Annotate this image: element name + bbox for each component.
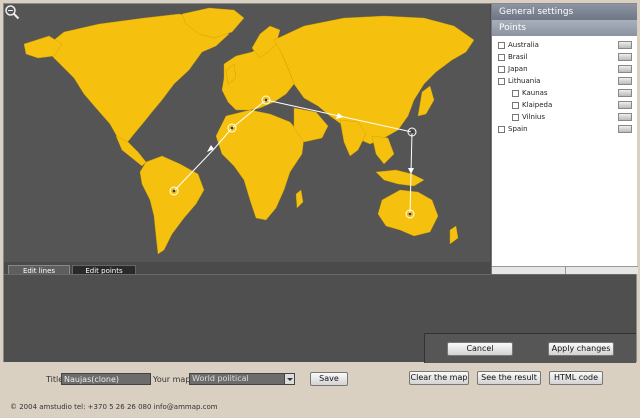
map-thumbnail-icon[interactable] — [618, 101, 632, 109]
madagascar — [295, 189, 304, 209]
indochina — [371, 135, 395, 165]
point-item-klaipeda[interactable]: Klaipeda — [498, 99, 637, 111]
map-thumbnail-icon[interactable] — [618, 77, 632, 85]
point-item-australia[interactable]: Australia — [498, 39, 637, 51]
point-item-kaunas[interactable]: Kaunas — [498, 87, 637, 99]
point-label: Spain — [508, 125, 528, 133]
australia-land — [377, 189, 439, 237]
apply-changes-button[interactable]: Apply changes — [548, 342, 614, 356]
right-panel: General settings Points Australia Brasil… — [491, 4, 638, 275]
point-item-vilnius[interactable]: Vilnius — [498, 111, 637, 123]
point-label: Japan — [508, 65, 528, 73]
panel-scrollbar[interactable] — [492, 266, 638, 275]
checkbox[interactable] — [512, 101, 519, 109]
map-select[interactable]: World political — [189, 373, 295, 385]
save-button[interactable]: Save — [310, 372, 348, 386]
world-map[interactable] — [4, 4, 490, 262]
map-thumbnail-icon[interactable] — [618, 65, 632, 73]
points-header[interactable]: Points — [492, 20, 637, 36]
action-panel: Cancel Apply changes — [424, 333, 636, 363]
south-america — [139, 155, 205, 255]
map-thumbnail-icon[interactable] — [618, 113, 632, 121]
chevron-down-icon[interactable] — [284, 374, 294, 384]
point-item-japan[interactable]: Japan — [498, 63, 637, 75]
checkbox[interactable] — [498, 41, 505, 49]
clear-map-button[interactable]: Clear the map — [409, 371, 469, 385]
new-zealand — [449, 225, 459, 245]
point-label: Australia — [508, 41, 539, 49]
map-editor-window: General settings Points Australia Brasil… — [3, 3, 638, 363]
checkbox[interactable] — [512, 89, 519, 97]
route-arrow — [207, 145, 214, 152]
map-select-value: World political — [192, 374, 249, 383]
footer-contact: © 2004 amstudio tel: +370 5 26 26 080 in… — [10, 403, 218, 411]
general-settings-header[interactable]: General settings — [492, 4, 637, 20]
html-code-button[interactable]: HTML code — [549, 371, 603, 385]
point-label: Klaipeda — [522, 101, 553, 109]
africa — [215, 109, 305, 221]
title-input[interactable] — [61, 373, 151, 385]
checkbox[interactable] — [498, 53, 505, 61]
checkbox[interactable] — [498, 65, 505, 73]
world-map-svg — [23, 7, 475, 255]
point-label: Vilnius — [522, 113, 545, 121]
map-thumbnail-icon[interactable] — [618, 53, 632, 61]
point-label: Kaunas — [522, 89, 548, 97]
central-america — [115, 135, 147, 167]
map-thumbnail-icon[interactable] — [618, 89, 632, 97]
magnifier-icon[interactable] — [4, 4, 20, 20]
points-tree: Australia Brasil Japan Lithuania Kaunas — [492, 36, 637, 262]
cancel-button[interactable]: Cancel — [447, 342, 513, 356]
see-result-button[interactable]: See the result — [477, 371, 541, 385]
point-item-brasil[interactable]: Brasil — [498, 51, 637, 63]
bottom-toolbar: Title Your map: World political Save Cle… — [0, 366, 640, 392]
checkbox[interactable] — [498, 77, 505, 85]
point-label: Lithuania — [508, 77, 541, 85]
japan-land — [417, 85, 435, 117]
checkbox[interactable] — [512, 113, 519, 121]
indonesia — [375, 169, 425, 187]
your-map-label: Your map: — [153, 375, 194, 384]
point-item-spain[interactable]: Spain — [498, 123, 637, 135]
map-thumbnail-icon[interactable] — [618, 41, 632, 49]
checkbox[interactable] — [498, 125, 505, 133]
point-item-lithuania[interactable]: Lithuania — [498, 75, 637, 87]
edit-panel: Cancel Apply changes — [4, 274, 636, 363]
map-thumbnail-icon[interactable] — [618, 125, 632, 133]
point-label: Brasil — [508, 53, 528, 61]
